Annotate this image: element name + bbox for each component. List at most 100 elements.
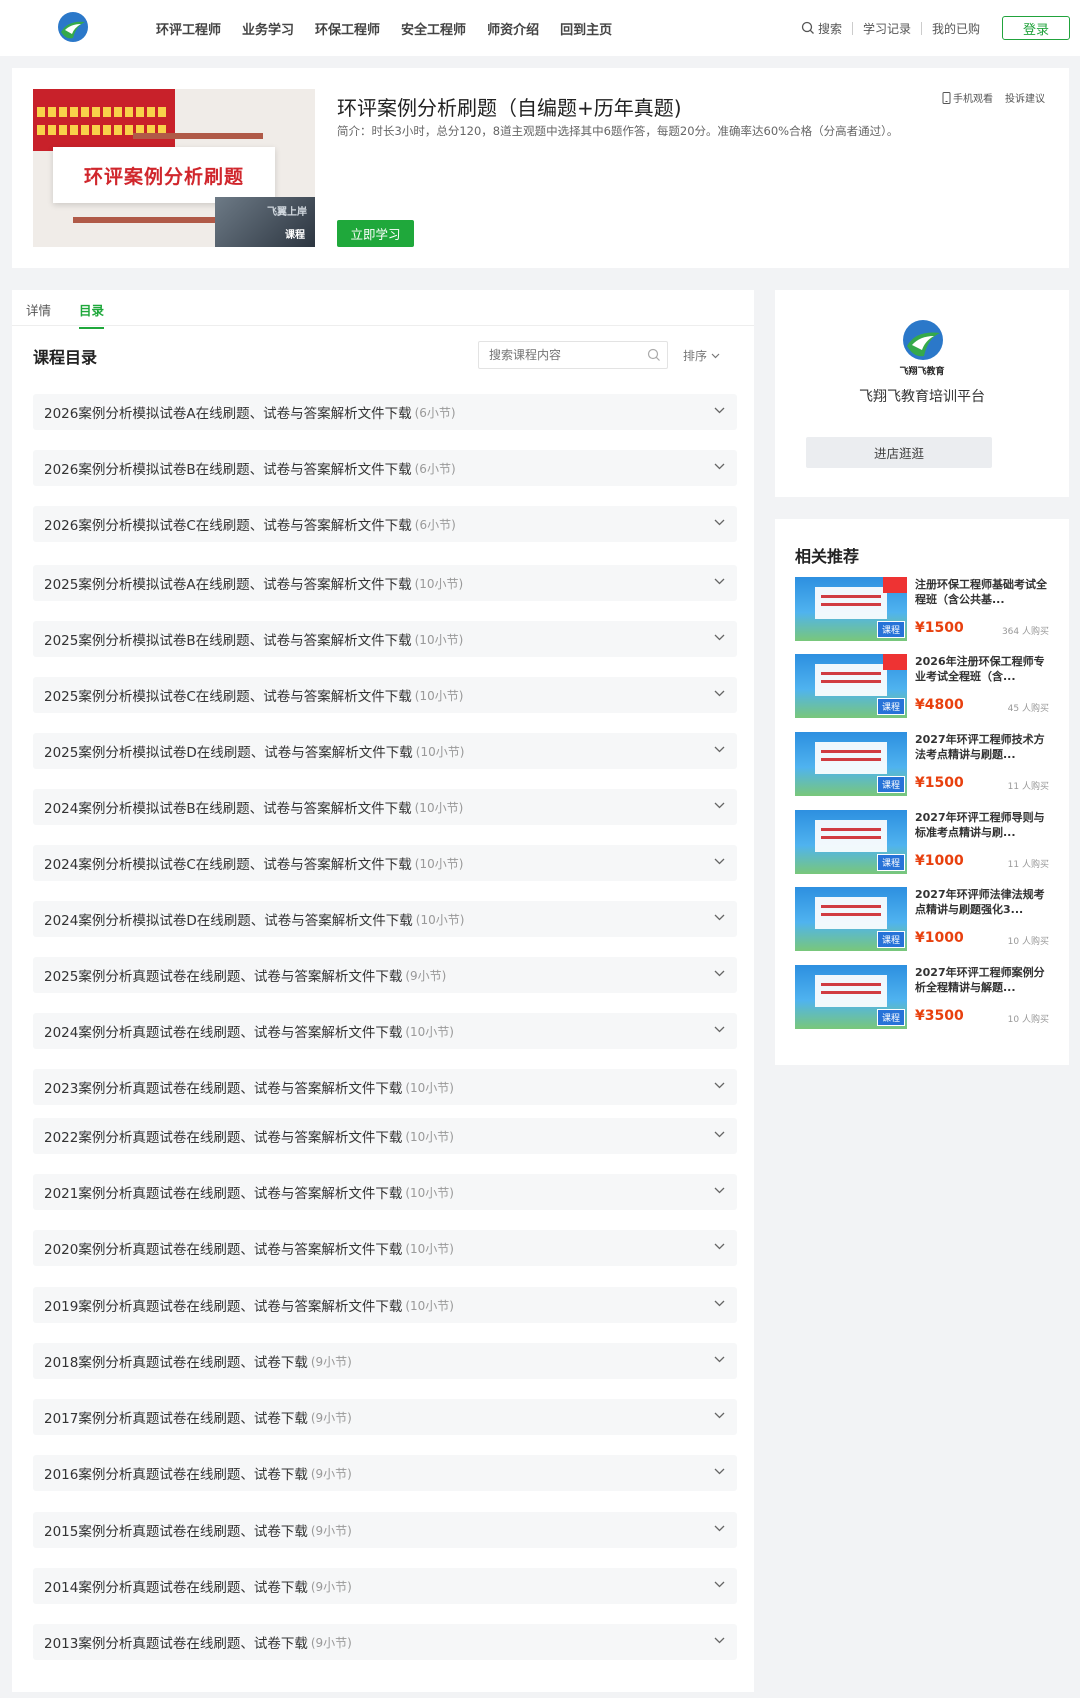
chapter-count: (9小节) (310, 1410, 352, 1425)
recommend-item[interactable]: 课程 2027年环评师法律法规考点精讲与刷题强化3... ¥1000 10 人购… (795, 887, 1049, 951)
chapter-item[interactable]: 2016案例分析真题试卷在线刷题、试卷下载 (9小节) (33, 1455, 737, 1491)
chevron-down-icon (714, 1082, 725, 1089)
chapter-count: (10小节) (414, 688, 464, 703)
cover-title: 环评案例分析刷题 (83, 165, 244, 188)
nav-item-business-study[interactable]: 业务学习 (242, 19, 294, 38)
nav-item-safety-engineer[interactable]: 安全工程师 (401, 19, 466, 38)
chapter-item[interactable]: 2013案例分析真题试卷在线刷题、试卷下载 (9小节) (33, 1624, 737, 1660)
chevron-down-icon (714, 802, 725, 809)
mobile-watch-link[interactable]: 手机观看 (942, 90, 993, 105)
chapter-title: 2025案例分析模拟试卷C在线刷题、试卷与答案解析文件下载 (44, 689, 412, 705)
recommend-item[interactable]: 课程 2027年环评工程师导则与标准考点精讲与刷... ¥1000 11 人购买 (795, 810, 1049, 874)
nav-item-eia-engineer[interactable]: 环评工程师 (156, 19, 221, 38)
chapter-count: (10小节) (405, 1241, 454, 1256)
chevron-down-icon (714, 578, 725, 585)
recommend-item[interactable]: 课程 注册环保工程师基础考试全程班（含公共基... ¥1500 364 人购买 (795, 577, 1049, 641)
chapter-count: (9小节) (310, 1579, 352, 1594)
chapter-item[interactable]: 2026案例分析模拟试卷A在线刷题、试卷与答案解析文件下载 (6小节) (33, 394, 737, 430)
nav-item-env-engineer[interactable]: 环保工程师 (315, 19, 380, 38)
recommend-item[interactable]: 课程 2027年环评工程师案例分析全程精讲与解题... ¥3500 10 人购买 (795, 965, 1049, 1029)
chapter-title: 2021案例分析真题试卷在线刷题、试卷与答案解析文件下载 (44, 1186, 403, 1202)
chapter-title: 2023案例分析真题试卷在线刷题、试卷与答案解析文件下载 (44, 1081, 403, 1097)
study-history-link[interactable]: 学习记录 (863, 20, 911, 37)
recommend-price: ¥1500 (915, 620, 964, 636)
top-navbar: 环评工程师 业务学习 环保工程师 安全工程师 师资介绍 回到主页 搜索 学习记录… (0, 0, 1080, 56)
cover-decoration (33, 89, 175, 151)
chapter-item[interactable]: 2017案例分析真题试卷在线刷题、试卷下载 (9小节) (33, 1399, 737, 1435)
chapter-item[interactable]: 2024案例分析模拟试卷C在线刷题、试卷与答案解析文件下载 (10小节) (33, 845, 737, 881)
chapter-count: (9小节) (310, 1523, 352, 1538)
start-study-button[interactable]: 立即学习 (337, 220, 414, 247)
chapter-item[interactable]: 2021案例分析真题试卷在线刷题、试卷与答案解析文件下载 (10小节) (33, 1174, 737, 1210)
chapter-item[interactable]: 2025案例分析真题试卷在线刷题、试卷与答案解析文件下载 (9小节) (33, 957, 737, 993)
chapter-title: 2026案例分析模拟试卷A在线刷题、试卷与答案解析文件下载 (44, 406, 412, 422)
chapter-count: (10小节) (415, 912, 465, 927)
catalog-search-input[interactable] (478, 341, 668, 369)
chapter-item[interactable]: 2024案例分析模拟试卷D在线刷题、试卷与答案解析文件下载 (10小节) (33, 901, 737, 937)
chapter-title: 2025案例分析模拟试卷D在线刷题、试卷与答案解析文件下载 (44, 745, 413, 761)
chapter-title: 2019案例分析真题试卷在线刷题、试卷与答案解析文件下载 (44, 1299, 403, 1315)
search-link[interactable]: 搜索 (801, 20, 842, 37)
chapter-count: (10小节) (415, 744, 465, 759)
chapter-item[interactable]: 2024案例分析模拟试卷B在线刷题、试卷与答案解析文件下载 (10小节) (33, 789, 737, 825)
feedback-link[interactable]: 投诉建议 (1005, 90, 1045, 105)
recommend-thumbnail: 课程 (795, 577, 907, 641)
chapter-item[interactable]: 2025案例分析模拟试卷C在线刷题、试卷与答案解析文件下载 (10小节) (33, 677, 737, 713)
chapter-item[interactable]: 2022案例分析真题试卷在线刷题、试卷与答案解析文件下载 (10小节) (33, 1118, 737, 1154)
chapter-item[interactable]: 2018案例分析真题试卷在线刷题、试卷下载 (9小节) (33, 1343, 737, 1379)
recommend-badge: 课程 (876, 698, 905, 715)
chapter-item[interactable]: 2019案例分析真题试卷在线刷题、试卷与答案解析文件下载 (10小节) (33, 1287, 737, 1323)
chapter-title: 2022案例分析真题试卷在线刷题、试卷与答案解析文件下载 (44, 1130, 403, 1146)
chapter-title: 2016案例分析真题试卷在线刷题、试卷下载 (44, 1467, 308, 1483)
chapter-item[interactable]: 2025案例分析模拟试卷B在线刷题、试卷与答案解析文件下载 (10小节) (33, 621, 737, 657)
chapter-item[interactable]: 2023案例分析真题试卷在线刷题、试卷与答案解析文件下载 (10小节) (33, 1069, 737, 1105)
chapter-item[interactable]: 2026案例分析模拟试卷B在线刷题、试卷与答案解析文件下载 (6小节) (33, 450, 737, 486)
chapter-item[interactable]: 2015案例分析真题试卷在线刷题、试卷下载 (9小节) (33, 1512, 737, 1548)
chapter-title: 2024案例分析真题试卷在线刷题、试卷与答案解析文件下载 (44, 1025, 403, 1041)
chapter-item[interactable]: 2026案例分析模拟试卷C在线刷题、试卷与答案解析文件下载 (6小节) (33, 506, 737, 542)
chevron-down-icon (714, 1300, 725, 1307)
sort-dropdown[interactable]: 排序 (683, 347, 720, 364)
chapter-item[interactable]: 2014案例分析真题试卷在线刷题、试卷下载 (9小节) (33, 1568, 737, 1604)
course-cover-image[interactable]: 环评案例分析刷题 飞翼上岸 课程 (33, 89, 315, 247)
site-logo-icon[interactable] (56, 10, 90, 44)
recommend-name: 2027年环评工程师案例分析全程精讲与解题... (915, 966, 1045, 994)
chevron-down-icon (714, 1187, 725, 1194)
chevron-down-icon (714, 746, 725, 753)
recommendations-card: 相关推荐 课程 注册环保工程师基础考试全程班（含公共基... ¥1500 364… (775, 519, 1069, 1065)
chapter-count: (10小节) (405, 1129, 454, 1144)
recommend-item[interactable]: 课程 2026年注册环保工程师专业考试全程班（含... ¥4800 45 人购买 (795, 654, 1049, 718)
chapter-title: 2024案例分析模拟试卷D在线刷题、试卷与答案解析文件下载 (44, 913, 413, 929)
chevron-down-icon (714, 970, 725, 977)
chapter-title: 2018案例分析真题试卷在线刷题、试卷下载 (44, 1355, 308, 1371)
nav-user-links: 搜索 学习记录 我的已购 登录 (801, 0, 1070, 56)
chapter-title: 2020案例分析真题试卷在线刷题、试卷与答案解析文件下载 (44, 1242, 403, 1258)
tab-catalog[interactable]: 目录 (79, 300, 105, 329)
recommendations-title: 相关推荐 (795, 547, 860, 566)
chapter-item[interactable]: 2024案例分析真题试卷在线刷题、试卷与答案解析文件下载 (10小节) (33, 1013, 737, 1049)
shop-logo-icon (903, 320, 943, 360)
chapter-title: 2024案例分析模拟试卷C在线刷题、试卷与答案解析文件下载 (44, 857, 412, 873)
nav-item-teachers[interactable]: 师资介绍 (487, 19, 539, 38)
chapter-count: (9小节) (310, 1466, 352, 1481)
visit-shop-button[interactable]: 进店逛逛 (806, 437, 992, 468)
cover-penguin-image: 飞翼上岸 课程 (215, 197, 315, 247)
chapter-title: 2026案例分析模拟试卷C在线刷题、试卷与答案解析文件下载 (44, 518, 412, 534)
course-description: 简介：时长3小时，总分120，8道主观题中选择其中6题作答，每题20分。准确率达… (337, 124, 899, 138)
recommend-item[interactable]: 课程 2027年环评工程师技术方法考点精讲与刷题... ¥1500 11 人购买 (795, 732, 1049, 796)
nav-item-home[interactable]: 回到主页 (560, 19, 612, 38)
search-label: 搜索 (817, 21, 842, 36)
chapter-item[interactable]: 2025案例分析模拟试卷D在线刷题、试卷与答案解析文件下载 (10小节) (33, 733, 737, 769)
purchased-link[interactable]: 我的已购 (932, 20, 980, 37)
recommend-badge: 课程 (876, 776, 905, 793)
tab-detail[interactable]: 详情 (26, 300, 51, 319)
chapter-count: (6小节) (414, 517, 456, 532)
chapter-item[interactable]: 2025案例分析模拟试卷A在线刷题、试卷与答案解析文件下载 (10小节) (33, 565, 737, 601)
catalog-title: 课程目录 (33, 348, 98, 367)
shop-logo-text: 飞翔飞教育 (899, 367, 945, 377)
search-icon[interactable] (647, 348, 661, 362)
recommend-price: ¥1000 (915, 930, 964, 946)
nav-divider (920, 21, 922, 35)
login-button[interactable]: 登录 (1002, 16, 1070, 40)
chapter-item[interactable]: 2020案例分析真题试卷在线刷题、试卷与答案解析文件下载 (10小节) (33, 1230, 737, 1266)
